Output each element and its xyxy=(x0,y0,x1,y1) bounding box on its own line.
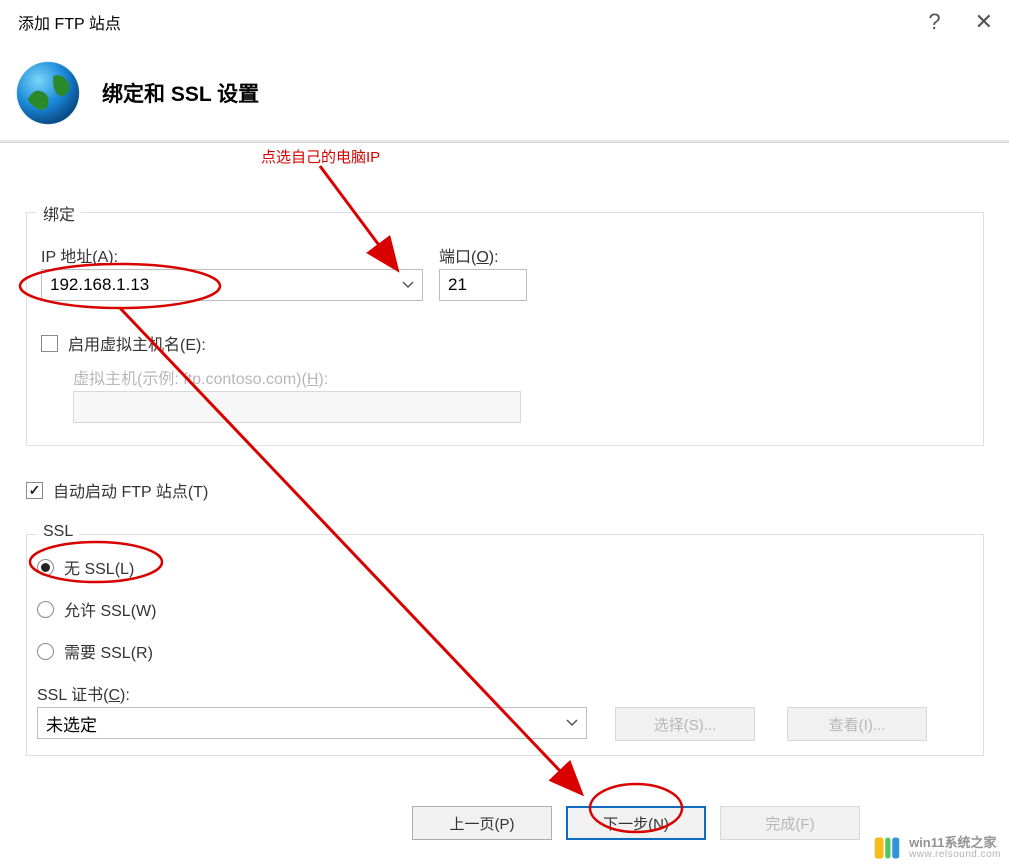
chevron-down-icon xyxy=(566,719,578,727)
watermark-logo-icon xyxy=(873,834,901,862)
radio-no-ssl[interactable]: 无 SSL(L) xyxy=(37,555,134,579)
radio-no-ssl-label: 无 SSL(L) xyxy=(64,555,134,579)
port-value: 21 xyxy=(448,275,467,295)
ip-address-value: 192.168.1.13 xyxy=(50,275,149,295)
select-cert-button: 选择(S)... xyxy=(615,707,755,741)
port-label: 端口(O): xyxy=(439,243,499,267)
watermark: win11系统之家 www.relsound.com xyxy=(873,834,1001,862)
ssl-cert-label: SSL 证书(C): xyxy=(37,681,130,705)
annotation-tip: 点选自己的电脑IP xyxy=(261,146,380,167)
previous-button[interactable]: 上一页(P) xyxy=(412,806,552,840)
checkbox-checked-icon xyxy=(26,482,43,499)
radio-allow-ssl[interactable]: 允许 SSL(W) xyxy=(37,597,156,621)
radio-unchecked-icon xyxy=(37,643,54,660)
radio-checked-icon xyxy=(37,559,54,576)
ssl-cert-value: 未选定 xyxy=(46,711,97,736)
vhost-input xyxy=(73,391,521,423)
vhost-hint-label: 虚拟主机(示例: ftp.contoso.com)(H): xyxy=(73,365,328,389)
watermark-line1: win11系统之家 xyxy=(909,836,1001,850)
titlebar: 添加 FTP 站点 ? ✕ xyxy=(0,0,1009,44)
ssl-group: SSL 无 SSL(L) 允许 SSL(W) 需要 SSL(R) SSL 证书(… xyxy=(26,534,984,756)
checkbox-unchecked-icon xyxy=(41,335,58,352)
watermark-line2: www.relsound.com xyxy=(909,850,1001,861)
radio-require-ssl-label: 需要 SSL(R) xyxy=(64,639,153,663)
window-title: 添加 FTP 站点 xyxy=(18,10,121,34)
enable-vhost-label: 启用虚拟主机名(E): xyxy=(68,331,206,355)
help-button[interactable]: ? xyxy=(928,9,940,35)
chevron-down-icon xyxy=(402,281,414,289)
wizard-header: 绑定和 SSL 设置 xyxy=(0,46,1009,140)
window-actions: ? ✕ xyxy=(928,9,993,35)
globe-icon xyxy=(14,59,82,127)
page-title: 绑定和 SSL 设置 xyxy=(102,78,259,108)
ip-address-label: IP 地址(A): xyxy=(41,243,118,267)
ssl-cert-combo[interactable]: 未选定 xyxy=(37,707,587,739)
enable-vhost-checkbox[interactable]: 启用虚拟主机名(E): xyxy=(41,331,206,355)
radio-allow-ssl-label: 允许 SSL(W) xyxy=(64,597,156,621)
next-button[interactable]: 下一步(N) xyxy=(566,806,706,840)
autostart-label: 自动启动 FTP 站点(T) xyxy=(53,478,208,502)
wizard-footer: 上一页(P) 下一步(N) 完成(F) xyxy=(0,800,1009,868)
port-input[interactable]: 21 xyxy=(439,269,527,301)
autostart-checkbox[interactable]: 自动启动 FTP 站点(T) xyxy=(26,478,208,502)
header-divider-shadow xyxy=(0,142,1009,143)
finish-button: 完成(F) xyxy=(720,806,860,840)
radio-unchecked-icon xyxy=(37,601,54,618)
ip-address-combo[interactable]: 192.168.1.13 xyxy=(41,269,423,301)
view-cert-button: 查看(I)... xyxy=(787,707,927,741)
ssl-legend: SSL xyxy=(37,523,79,541)
binding-group: 绑定 IP 地址(A): 192.168.1.13 端口(O): 21 启用虚拟… xyxy=(26,212,984,446)
radio-require-ssl[interactable]: 需要 SSL(R) xyxy=(37,639,153,663)
binding-legend: 绑定 xyxy=(37,201,81,225)
close-button[interactable]: ✕ xyxy=(975,9,993,35)
